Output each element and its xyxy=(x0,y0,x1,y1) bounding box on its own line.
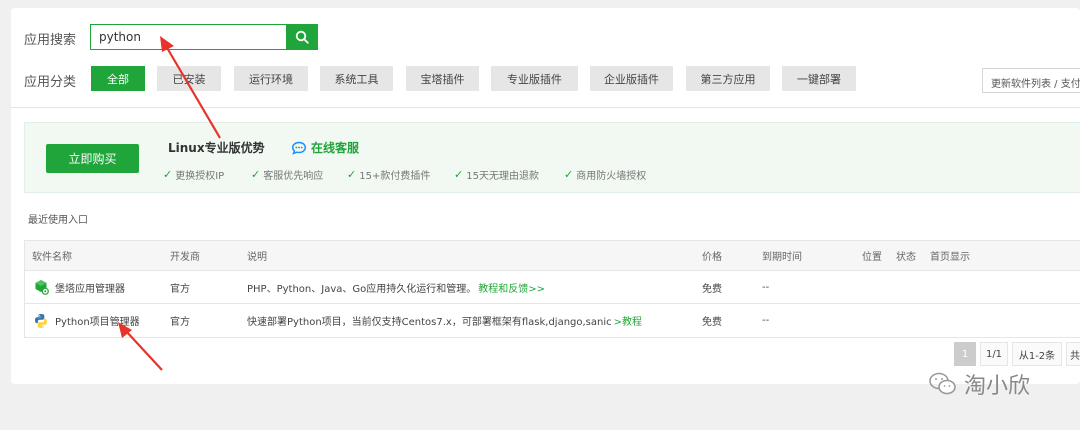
category-tab[interactable]: 已安装 xyxy=(157,66,221,91)
category-tab[interactable]: 第三方应用 xyxy=(686,66,770,91)
online-service-link[interactable]: 在线客服 xyxy=(291,139,359,156)
row-expire: -- xyxy=(762,315,770,326)
online-service-label: 在线客服 xyxy=(311,141,360,155)
feature-item: ✓ 客服优先响应 xyxy=(251,168,324,182)
row-expire: -- xyxy=(762,281,770,293)
search-button[interactable] xyxy=(286,24,318,50)
page-range: 从1-2条 xyxy=(1012,342,1062,366)
category-tab[interactable]: 运行环境 xyxy=(234,66,308,91)
row-price: 免费 xyxy=(702,317,722,328)
category-tab[interactable]: 企业版插件 xyxy=(590,66,673,91)
feature-item: ✓ 15天无理由退款 xyxy=(454,168,539,182)
check-icon: ✓ xyxy=(251,168,261,181)
update-software-list-button[interactable]: 更新软件列表 / 支付 xyxy=(982,68,1080,93)
tutorial-feedback-link[interactable]: 教程和反馈>> xyxy=(478,280,545,295)
header-expire: 到期时间 xyxy=(762,252,802,263)
tutorial-link[interactable]: >教程 xyxy=(614,313,642,328)
category-tab[interactable]: 专业版插件 xyxy=(491,66,578,91)
chat-icon xyxy=(291,141,307,155)
row-name[interactable]: 堡塔应用管理器 xyxy=(33,271,125,303)
buy-now-button[interactable]: 立即购买 xyxy=(46,144,139,173)
software-table: 软件名称 开发商 说明 价格 到期时间 位置 状态 首页显示 堡塔应用管理器 官… xyxy=(24,240,1080,338)
promo-banner: 立即购买 Linux专业版优势 在线客服 ✓ 更换授权IP ✓ 客服优先响应 ✓ 15… xyxy=(24,122,1080,193)
header-price: 价格 xyxy=(702,252,722,263)
header-vendor: 开发商 xyxy=(170,252,200,263)
search-icon xyxy=(295,30,309,44)
category-tab[interactable]: 系统工具 xyxy=(320,66,393,91)
check-icon: ✓ xyxy=(564,168,574,181)
category-label: 应用分类 xyxy=(24,75,77,90)
page-count: 共 xyxy=(1066,342,1080,366)
row-desc: 快速部署Python项目，当前仅支持Centos7.x，可部署框架有flask,… xyxy=(247,304,642,337)
divider xyxy=(11,107,1080,108)
feature-item: ✓ 更换授权IP xyxy=(163,168,225,182)
bt-app-manager-icon xyxy=(35,280,49,295)
recent-entry-label: 最近使用入口 xyxy=(28,215,88,226)
promo-title: Linux专业版优势 xyxy=(168,141,265,155)
search-label: 应用搜索 xyxy=(24,33,77,48)
row-desc: PHP、Python、Java、Go应用持久化运行和管理。 教程和反馈>> xyxy=(247,271,545,303)
table-header: 软件名称 开发商 说明 价格 到期时间 位置 状态 首页显示 xyxy=(25,241,1080,271)
page-current[interactable]: 1 xyxy=(954,342,976,366)
header-home-display: 首页显示 xyxy=(930,252,970,263)
header-position: 位置 xyxy=(862,252,882,263)
search-input[interactable]: python xyxy=(90,24,286,50)
check-icon: ✓ xyxy=(454,168,464,181)
feature-item: ✓ 15+款付费插件 xyxy=(347,168,431,182)
header-name: 软件名称 xyxy=(32,252,72,263)
table-row[interactable]: Python项目管理器 官方 快速部署Python项目，当前仅支持Centos7… xyxy=(25,304,1080,337)
category-tab[interactable]: 一键部署 xyxy=(782,66,856,91)
check-icon: ✓ xyxy=(163,168,173,181)
wechat-logo-icon xyxy=(929,372,956,395)
table-row[interactable]: 堡塔应用管理器 官方 PHP、Python、Java、Go应用持久化运行和管理。… xyxy=(25,271,1080,304)
page-total: 1/1 xyxy=(980,342,1008,366)
header-desc: 说明 xyxy=(247,252,267,263)
watermark: 淘小欣 xyxy=(928,368,1030,400)
python-logo-icon xyxy=(35,313,47,328)
header-status: 状态 xyxy=(896,252,916,263)
row-name[interactable]: Python项目管理器 xyxy=(33,304,140,337)
check-icon: ✓ xyxy=(347,168,357,181)
feature-item: ✓ 商用防火墙授权 xyxy=(564,168,647,182)
category-tab[interactable]: 全部 xyxy=(91,66,145,91)
row-price: 免费 xyxy=(702,283,722,295)
row-vendor: 官方 xyxy=(170,317,190,328)
category-tab[interactable]: 宝塔插件 xyxy=(406,66,479,91)
row-vendor: 官方 xyxy=(170,283,190,295)
